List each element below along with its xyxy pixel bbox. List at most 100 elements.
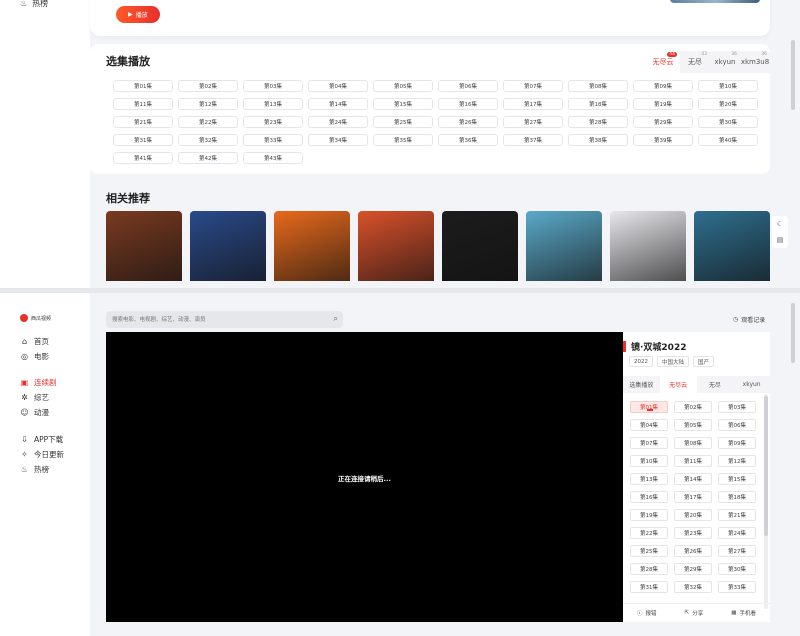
episode-button[interactable]: 第09集 <box>633 80 693 92</box>
episode-button[interactable]: 第33集 <box>243 134 303 146</box>
sidebar-item-tv[interactable]: ▣ 连续剧 <box>20 377 57 388</box>
episode-button[interactable]: 第18集 <box>568 98 628 110</box>
report-button[interactable]: ⓘ 报错 <box>637 609 657 617</box>
episode-button[interactable]: 第02集 <box>178 80 238 92</box>
episode-button[interactable]: 第11集 <box>674 455 712 467</box>
recommend-poster[interactable] <box>526 211 602 281</box>
source-tab[interactable]: 无尽 43 <box>680 51 710 73</box>
history-button[interactable]: ◷ 观看记录 <box>733 315 765 324</box>
episode-button[interactable]: 第07集 <box>503 80 563 92</box>
episode-button[interactable]: 第43集 <box>243 152 303 164</box>
episode-button[interactable]: 第42集 <box>178 152 238 164</box>
recommend-poster[interactable] <box>442 211 518 281</box>
episode-button[interactable]: 第31集 <box>113 134 173 146</box>
episode-button[interactable]: 第13集 <box>630 473 668 485</box>
episode-button[interactable]: 第08集 <box>568 80 628 92</box>
episode-button[interactable]: 第19集 <box>630 509 668 521</box>
sidebar-item-variety[interactable]: ✲ 综艺 <box>20 392 49 403</box>
episode-button[interactable]: 第21集 <box>113 116 173 128</box>
episode-button[interactable]: 第25集 <box>630 545 668 557</box>
page-scrollbar[interactable] <box>791 303 795 363</box>
episode-button[interactable]: 第14集 <box>674 473 712 485</box>
episode-button[interactable]: 第05集 <box>373 80 433 92</box>
episode-button[interactable]: 第32集 <box>674 581 712 593</box>
episode-button[interactable]: 第37集 <box>503 134 563 146</box>
episode-button[interactable]: 第28集 <box>630 563 668 575</box>
show-tag[interactable]: 国产 <box>693 356 715 367</box>
episode-button[interactable]: 第38集 <box>568 134 628 146</box>
sidebar-item-film[interactable]: ◎ 电影 <box>20 351 49 362</box>
episode-button[interactable]: 第40集 <box>698 134 758 146</box>
episode-button[interactable]: 第21集 <box>718 509 756 521</box>
recommend-poster[interactable] <box>190 211 266 281</box>
episode-button[interactable]: 第03集 <box>243 80 303 92</box>
source-tab[interactable]: 无尽云 44 <box>646 51 680 73</box>
episode-button[interactable]: 第19集 <box>633 98 693 110</box>
episode-button[interactable]: 第06集 <box>438 80 498 92</box>
play-button[interactable]: ▶ 播放 <box>116 6 160 23</box>
search-icon[interactable]: ⌕ <box>334 314 338 324</box>
recommend-poster[interactable] <box>358 211 434 281</box>
recommend-poster[interactable] <box>694 211 770 281</box>
episode-button[interactable]: 第26集 <box>438 116 498 128</box>
episode-button[interactable]: 第20集 <box>674 509 712 521</box>
episode-button[interactable]: 第04集 <box>308 80 368 92</box>
moon-icon[interactable]: ☾ <box>777 220 783 228</box>
episode-button[interactable]: 第24集 <box>308 116 368 128</box>
feedback-icon[interactable]: ▤ <box>777 236 784 244</box>
episode-button[interactable]: 第39集 <box>633 134 693 146</box>
episode-button[interactable]: 第30集 <box>698 116 758 128</box>
recommend-poster[interactable] <box>106 211 182 281</box>
episode-button[interactable]: 第03集 <box>718 401 756 413</box>
episode-button[interactable]: 第36集 <box>438 134 498 146</box>
episode-button[interactable]: 第32集 <box>178 134 238 146</box>
source-tab[interactable]: 无尽云 <box>659 376 697 393</box>
logo[interactable]: 西瓜视频 <box>20 314 51 322</box>
recommend-poster[interactable] <box>274 211 350 281</box>
source-tab[interactable]: xkyun 36 <box>710 51 740 73</box>
episode-button[interactable]: 第23集 <box>674 527 712 539</box>
episode-button[interactable]: 第33集 <box>718 581 756 593</box>
episode-button[interactable]: 第04集 <box>630 419 668 431</box>
episode-button[interactable]: 第13集 <box>243 98 303 110</box>
video-player[interactable]: 正在连接请稍后... <box>106 332 623 622</box>
episode-button[interactable]: 第31集 <box>630 581 668 593</box>
episode-button[interactable]: 第06集 <box>718 419 756 431</box>
episode-button[interactable]: 第01集 <box>113 80 173 92</box>
episode-button[interactable]: 第29集 <box>633 116 693 128</box>
share-button[interactable]: ⇱ 分享 <box>685 609 704 617</box>
search-input[interactable] <box>112 311 312 328</box>
episode-button[interactable]: 第16集 <box>630 491 668 503</box>
sidebar-item-flame[interactable]: ♨ 热榜 <box>20 464 49 475</box>
episode-button[interactable]: 第28集 <box>568 116 628 128</box>
episode-button[interactable]: 第01集 <box>630 401 668 413</box>
episode-button[interactable]: 第22集 <box>630 527 668 539</box>
episode-button[interactable]: 第02集 <box>674 401 712 413</box>
scrollbar[interactable] <box>791 40 795 110</box>
episode-button[interactable]: 第25集 <box>373 116 433 128</box>
episode-button[interactable]: 第27集 <box>503 116 563 128</box>
episode-button[interactable]: 第24集 <box>718 527 756 539</box>
episode-button[interactable]: 第07集 <box>630 437 668 449</box>
episode-button[interactable]: 第22集 <box>178 116 238 128</box>
episode-button[interactable]: 第12集 <box>718 455 756 467</box>
episode-button[interactable]: 第10集 <box>698 80 758 92</box>
episode-button[interactable]: 第30集 <box>718 563 756 575</box>
episode-button[interactable]: 第29集 <box>674 563 712 575</box>
source-tab[interactable]: xkyun <box>733 376 770 393</box>
episode-button[interactable]: 第15集 <box>718 473 756 485</box>
episode-button[interactable]: 第12集 <box>178 98 238 110</box>
source-tab[interactable]: 无尽 <box>697 376 734 393</box>
source-tab[interactable]: 选集播放 <box>623 376 660 393</box>
sidebar-item-home[interactable]: ⌂ 首页 <box>20 336 49 347</box>
episode-button[interactable]: 第17集 <box>674 491 712 503</box>
sidebar-item-download[interactable]: ⇩ APP下载 <box>20 434 63 445</box>
episode-button[interactable]: 第35集 <box>373 134 433 146</box>
source-tab[interactable]: xkm3u8 36 <box>740 51 770 73</box>
episode-button[interactable]: 第16集 <box>438 98 498 110</box>
episode-button[interactable]: 第23集 <box>243 116 303 128</box>
episode-button[interactable]: 第09集 <box>718 437 756 449</box>
episode-button[interactable]: 第08集 <box>674 437 712 449</box>
episode-button[interactable]: 第41集 <box>113 152 173 164</box>
episode-button[interactable]: 第11集 <box>113 98 173 110</box>
